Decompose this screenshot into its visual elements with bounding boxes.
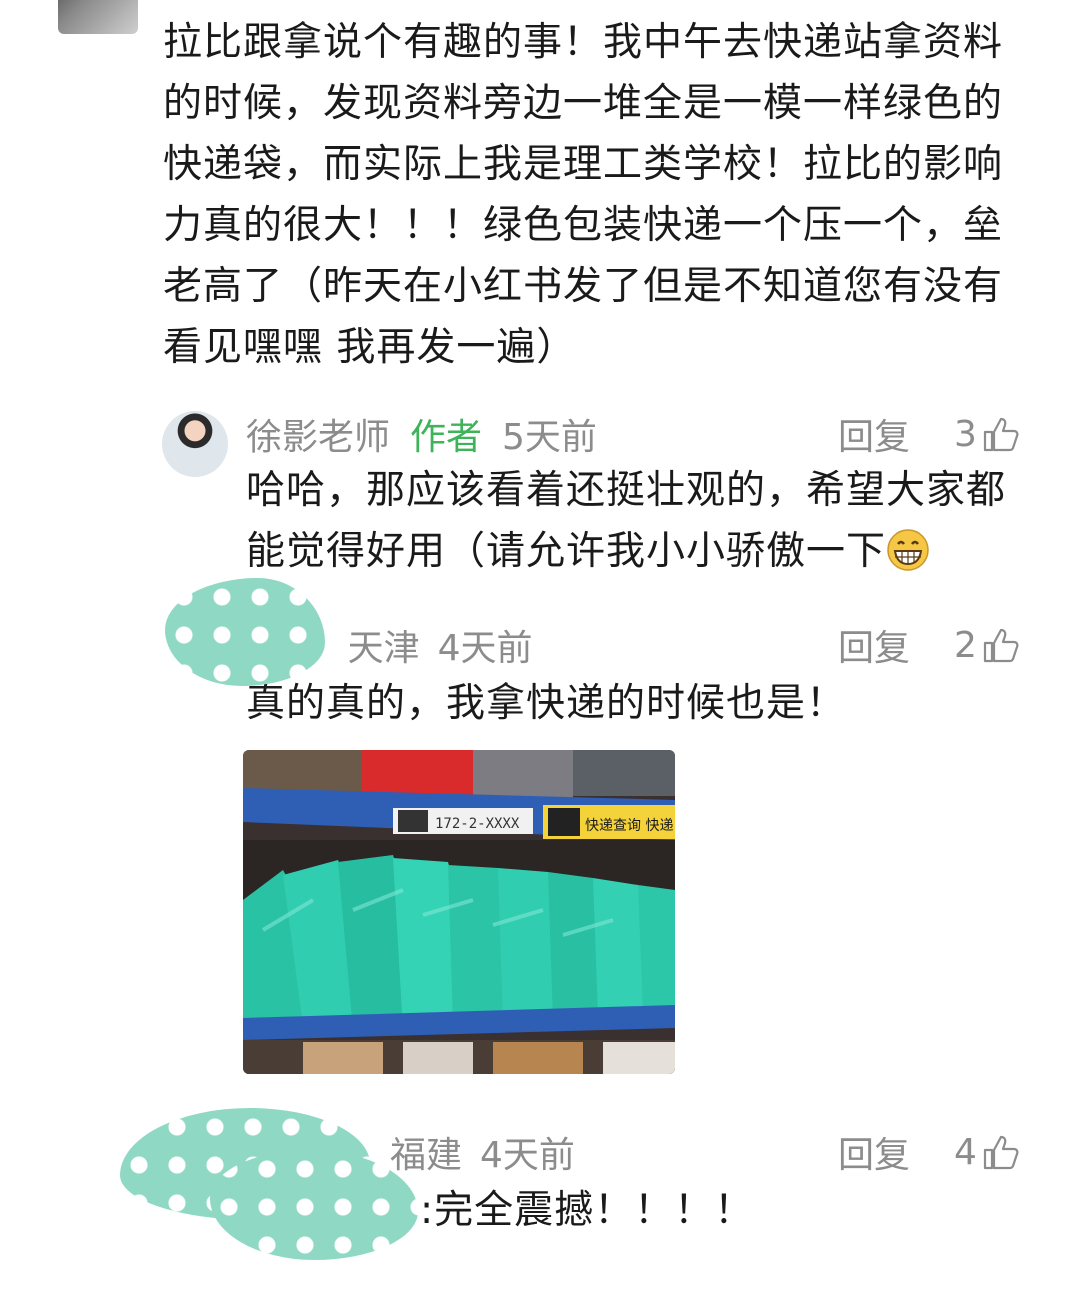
privacy-mask xyxy=(210,1150,418,1260)
reply-1-text: 哈哈，那应该看着还挺壮观的，希望大家都能觉得好用（请允许我小小骄傲一下 xyxy=(246,460,1026,582)
reply-2-text: 真的真的，我拿快递的时候也是！ xyxy=(246,681,847,726)
comment-thread: 拉比跟拿说个有趣的事！我中午去快递站拿资料的时候，发现资料旁边一堆全是一模一样绿… xyxy=(0,0,1080,1301)
reply-3-text: :完全震撼！！！！ xyxy=(420,1180,1020,1241)
reply-1-actions: 回复 3 xyxy=(838,409,1021,459)
reply-3-text-content: 完全震撼！！！！ xyxy=(434,1188,755,1233)
reply-3-location: 福建 xyxy=(390,1135,463,1176)
like-count: 4 xyxy=(954,1131,977,1173)
thumbs-up-icon[interactable] xyxy=(981,1132,1021,1172)
thumbs-up-icon[interactable] xyxy=(981,414,1021,454)
reply-2-actions: 回复 2 xyxy=(838,620,1021,670)
like-count: 3 xyxy=(954,413,977,455)
parcel-photo-image: 172-2-XXXX 快递查询 快递 xyxy=(243,750,675,1074)
reply-2-location: 天津 xyxy=(347,628,420,669)
reply-2-header: y. 天津 4天前 xyxy=(296,620,533,670)
reply-3-header: 福建 4天前 xyxy=(390,1127,575,1177)
privacy-mask xyxy=(165,578,325,686)
thumbs-up-icon[interactable] xyxy=(981,625,1021,665)
commenter-avatar[interactable] xyxy=(58,0,138,34)
reply-3-text-prefix: : xyxy=(420,1188,435,1233)
like-count: 2 xyxy=(954,624,977,666)
reply-button[interactable]: 回复 xyxy=(838,408,910,460)
reply-1-author[interactable]: 徐影老师 xyxy=(246,408,390,460)
reply-button[interactable]: 回复 xyxy=(838,1126,910,1178)
grinning-face-icon xyxy=(887,529,929,571)
reply-button[interactable]: 回复 xyxy=(838,619,910,671)
shelf-banner-text: 快递查询 快递 xyxy=(585,818,673,834)
main-comment-text: 拉比跟拿说个有趣的事！我中午去快递站拿资料的时候，发现资料旁边一堆全是一模一样绿… xyxy=(163,20,1004,370)
reply-2-time: 4天前 xyxy=(437,628,533,669)
reply-3-actions: 回复 4 xyxy=(838,1127,1021,1177)
teacher-avatar[interactable] xyxy=(162,411,228,477)
reply-1-time: 5天前 xyxy=(502,417,597,458)
parcel-photo[interactable]: 172-2-XXXX 快递查询 快递 xyxy=(243,750,675,1074)
author-badge: 作者 xyxy=(410,417,483,458)
shelf-label-code: 172-2-XXXX xyxy=(435,816,520,832)
reply-1-header: 徐影老师 作者 5天前 xyxy=(246,409,597,459)
reply-3-time: 4天前 xyxy=(480,1135,575,1176)
